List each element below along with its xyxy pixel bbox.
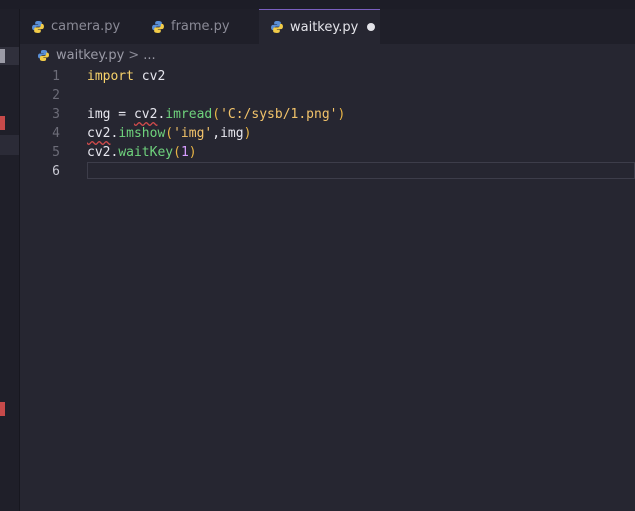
tab-camera-py[interactable]: camera.py bbox=[31, 9, 151, 44]
code-token: 'C:/sysb/1.png' bbox=[220, 107, 338, 122]
code-text[interactable]: cv2.waitKey(1) bbox=[87, 143, 197, 162]
code-token: cv2 bbox=[87, 126, 111, 141]
explorer-marker bbox=[0, 49, 5, 63]
code-token: imread bbox=[165, 107, 213, 122]
code-token: ( bbox=[173, 145, 181, 160]
code-token: ) bbox=[243, 126, 252, 141]
code-editor[interactable]: 1 import cv2 2 3 img = cv2.imread('C:/sysb/1… bbox=[20, 66, 635, 511]
breadcrumb-more[interactable]: ... bbox=[143, 48, 155, 63]
line-number: 5 bbox=[52, 145, 60, 160]
breadcrumb: waitkey.py > ... bbox=[20, 44, 635, 66]
tab-label: waitkey.py bbox=[290, 19, 359, 35]
tab-label: camera.py bbox=[51, 19, 121, 34]
code-line[interactable]: 2 bbox=[20, 86, 635, 105]
code-token: ,img bbox=[212, 126, 244, 141]
explorer-hover-row[interactable] bbox=[0, 135, 19, 155]
current-line-highlight bbox=[87, 162, 635, 179]
code-token: cv2 bbox=[87, 145, 111, 160]
code-token: 1 bbox=[180, 145, 189, 160]
explorer-panel-edge[interactable] bbox=[0, 9, 20, 511]
python-icon bbox=[271, 21, 283, 33]
line-number: 6 bbox=[52, 164, 60, 179]
chevron-right-icon: > bbox=[128, 47, 140, 63]
title-strip bbox=[0, 0, 635, 9]
code-token: waitKey bbox=[118, 145, 174, 160]
code-line[interactable]: 5 cv2.waitKey(1) bbox=[20, 143, 635, 162]
python-icon bbox=[152, 20, 164, 33]
code-text[interactable]: img = cv2.imread('C:/sysb/1.png') bbox=[87, 105, 345, 124]
code-token: import bbox=[87, 69, 134, 84]
code-token: ( bbox=[165, 126, 174, 141]
code-token: img = bbox=[87, 107, 134, 122]
code-token: cv2 bbox=[133, 107, 158, 122]
unsaved-dot-icon[interactable] bbox=[367, 23, 376, 31]
tab-waitkey-py[interactable]: waitkey.py bbox=[259, 9, 380, 44]
line-number: 1 bbox=[52, 69, 60, 84]
line-number: 4 bbox=[52, 126, 60, 141]
code-token: ( bbox=[212, 107, 221, 122]
line-number: 3 bbox=[52, 107, 60, 122]
code-token: 'img' bbox=[173, 126, 213, 141]
code-text[interactable]: cv2.imshow('img',img) bbox=[87, 124, 251, 143]
error-marker bbox=[0, 402, 5, 416]
code-line[interactable]: 6 bbox=[20, 162, 635, 181]
tab-bar: camera.py frame.py waitkey.py bbox=[20, 9, 635, 44]
tab-label: frame.py bbox=[171, 19, 230, 34]
code-line[interactable]: 1 import cv2 bbox=[20, 67, 635, 86]
code-token: ) bbox=[188, 145, 197, 160]
python-icon bbox=[32, 20, 44, 33]
code-token: cv2 bbox=[133, 69, 166, 84]
code-line[interactable]: 3 img = cv2.imread('C:/sysb/1.png') bbox=[20, 105, 635, 124]
error-marker bbox=[0, 116, 5, 130]
code-token: imshow bbox=[118, 126, 166, 141]
code-text[interactable]: import cv2 bbox=[87, 67, 165, 86]
breadcrumb-file[interactable]: waitkey.py bbox=[56, 48, 124, 63]
code-line[interactable]: 4 cv2.imshow('img',img) bbox=[20, 124, 635, 143]
tab-frame-py[interactable]: frame.py bbox=[151, 9, 259, 44]
code-token: ) bbox=[337, 107, 346, 122]
line-number: 2 bbox=[52, 88, 60, 103]
python-icon bbox=[37, 49, 50, 61]
